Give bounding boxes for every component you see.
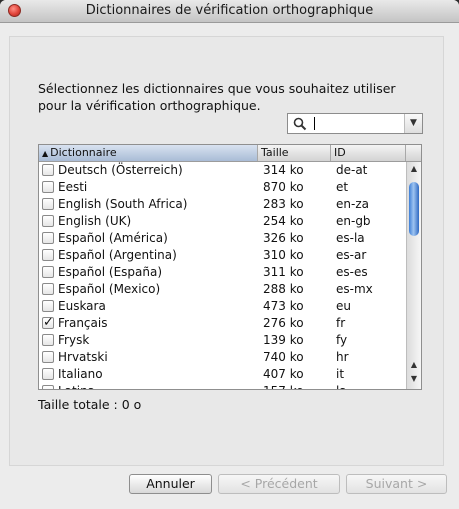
dictionary-name: Español (América) <box>58 231 168 245</box>
dictionary-size: 288 ko <box>263 282 304 296</box>
dictionary-name: Deutsch (Österreich) <box>58 163 183 177</box>
dictionary-name: Euskara <box>58 299 106 313</box>
scroll-thumb[interactable] <box>409 182 419 236</box>
dictionary-id: eu <box>336 299 351 313</box>
dictionary-id: de-at <box>336 163 368 177</box>
dictionary-size: 157 ko <box>263 383 304 389</box>
row-checkbox[interactable] <box>42 334 54 346</box>
row-checkbox[interactable] <box>42 232 54 244</box>
dictionary-name: Español (España) <box>58 265 163 279</box>
table-row[interactable]: Español (Mexico) 288 ko es-mx <box>39 281 406 298</box>
row-checkbox[interactable] <box>42 300 54 312</box>
scroll-up-arrow-icon[interactable]: ▲ <box>407 358 421 372</box>
table-body: Deutsch (Österreich) 314 ko de-at Eesti 870 … <box>39 162 406 389</box>
row-checkbox[interactable] <box>42 249 54 261</box>
table-row[interactable]: Deutsch (Österreich) 314 ko de-at <box>39 162 406 179</box>
table-row[interactable]: Français 276 ko fr <box>39 314 406 332</box>
dictionary-name: Eesti <box>58 180 88 194</box>
row-checkbox[interactable] <box>42 198 54 210</box>
table-header: ▲ Dictionnaire Taille ID <box>39 145 421 162</box>
dictionary-size: 740 ko <box>263 350 304 364</box>
dictionary-name: English (South Africa) <box>58 197 188 211</box>
window-title: Dictionnaires de vérification orthograph… <box>85 3 374 18</box>
next-button[interactable]: Suivant > <box>346 474 447 494</box>
dictionary-size: 139 ko <box>263 333 304 347</box>
row-checkbox[interactable] <box>42 368 54 380</box>
table-row[interactable]: Español (Argentina) 310 ko es-ar <box>39 247 406 264</box>
table-row[interactable]: Latina 157 ko la <box>39 383 406 389</box>
dictionary-id: es-la <box>336 231 365 245</box>
row-checkbox[interactable] <box>42 266 54 278</box>
dictionary-id: es-mx <box>336 282 373 296</box>
dictionary-name: Italiano <box>58 367 103 381</box>
dictionary-name: Hrvatski <box>58 350 108 364</box>
sort-ascending-icon: ▲ <box>42 149 49 158</box>
search-dropdown-button[interactable]: ▼ <box>404 114 422 133</box>
row-checkbox[interactable] <box>42 314 54 331</box>
dictionary-table: ▲ Dictionnaire Taille ID Deutsch (Österre… <box>38 144 422 390</box>
dictionary-name: Frysk <box>58 333 90 347</box>
dictionary-size: 283 ko <box>263 197 304 211</box>
dictionary-size: 407 ko <box>263 367 304 381</box>
dictionary-id: hr <box>336 350 349 364</box>
dictionary-size: 310 ko <box>263 248 304 262</box>
dictionary-id: it <box>336 367 345 381</box>
dictionary-id: fr <box>336 316 346 330</box>
instructions-text: Sélectionnez les dictionnaires que vous … <box>38 81 396 113</box>
previous-button[interactable]: < Précédent <box>218 474 340 494</box>
row-checkbox[interactable] <box>42 351 54 363</box>
dictionary-name: Español (Argentina) <box>58 248 177 262</box>
row-checkbox[interactable] <box>42 181 54 193</box>
row-checkbox[interactable] <box>42 283 54 295</box>
table-row[interactable]: Italiano 407 ko it <box>39 366 406 383</box>
table-row[interactable]: Frysk 139 ko fy <box>39 332 406 349</box>
table-row[interactable]: English (South Africa) 283 ko en-za <box>39 196 406 213</box>
table-row[interactable]: Eesti 870 ko et <box>39 179 406 196</box>
table-row[interactable]: Español (América) 326 ko es-la <box>39 230 406 247</box>
dictionary-size: 276 ko <box>263 316 304 330</box>
dictionary-size: 314 ko <box>263 163 304 177</box>
dictionary-id: la <box>336 383 347 389</box>
dictionary-id: es-es <box>336 265 368 279</box>
dictionary-size: 473 ko <box>263 299 304 313</box>
dictionary-name: Latina <box>58 383 95 389</box>
row-checkbox[interactable] <box>42 164 54 176</box>
row-checkbox[interactable] <box>42 215 54 227</box>
search-field[interactable]: ▼ <box>287 113 423 134</box>
cancel-button[interactable]: Annuler <box>129 474 212 494</box>
dictionary-name: Français <box>58 316 108 330</box>
table-row[interactable]: English (UK) 254 ko en-gb <box>39 213 406 230</box>
dictionary-id: en-za <box>336 197 369 211</box>
table-row[interactable]: Euskara 473 ko eu <box>39 298 406 315</box>
dictionary-id: et <box>336 180 349 194</box>
dictionary-size: 311 ko <box>263 265 304 279</box>
table-row[interactable]: Español (España) 311 ko es-es <box>39 264 406 281</box>
column-header-size[interactable]: Taille <box>258 145 331 161</box>
magnifier-icon <box>293 117 307 131</box>
dictionary-id: es-ar <box>336 248 367 262</box>
dictionary-size: 870 ko <box>263 180 304 194</box>
dictionary-name: Español (Mexico) <box>58 282 161 296</box>
dictionary-size: 326 ko <box>263 231 304 245</box>
column-header-dictionary[interactable]: ▲ Dictionnaire <box>39 145 258 161</box>
table-row[interactable]: Hrvatski 740 ko hr <box>39 349 406 366</box>
total-size-label: Taille totale : 0 o <box>38 397 142 412</box>
dictionary-id: en-gb <box>336 214 371 228</box>
text-caret <box>314 117 315 130</box>
scroll-down-arrow-icon[interactable]: ▼ <box>407 372 421 386</box>
vertical-scrollbar[interactable]: ▲ ▲ ▼ <box>406 162 421 389</box>
dictionary-name: English (UK) <box>58 214 132 228</box>
dictionary-id: fy <box>336 333 348 347</box>
row-checkbox[interactable] <box>42 385 54 389</box>
title-bar: Dictionnaires de vérification orthograph… <box>0 0 459 23</box>
scroll-up-arrow-icon[interactable]: ▲ <box>407 162 421 176</box>
column-header-id[interactable]: ID <box>331 145 406 161</box>
dictionary-size: 254 ko <box>263 214 304 228</box>
dialog-window: Dictionnaires de vérification orthograph… <box>0 0 459 509</box>
